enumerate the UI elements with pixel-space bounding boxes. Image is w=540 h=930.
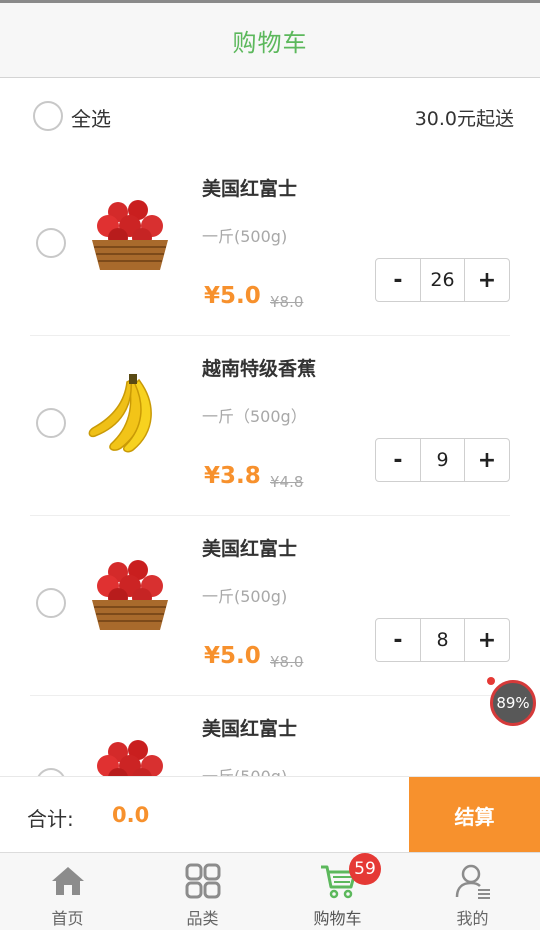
item-price: ¥5.0 [204, 283, 261, 309]
cart-count-badge: 59 [349, 853, 381, 885]
item-name[interactable]: 美国红富士 [202, 714, 297, 741]
item-old-price: ¥4.8 [270, 473, 304, 491]
item-price: ¥3.8 [204, 463, 261, 489]
item-select-radio[interactable] [36, 408, 66, 438]
tab-cart[interactable]: 购物车 59 [270, 853, 405, 930]
quantity-stepper: - 26 + [375, 258, 510, 302]
bottom-tab-bar: 首页 品类 购物车 59 我的 [0, 852, 540, 930]
user-icon [454, 863, 492, 903]
page-title: 购物车 [232, 28, 308, 57]
banana-icon [72, 360, 188, 470]
item-spec: 一斤(500g) [202, 587, 288, 606]
increase-button[interactable]: + [465, 259, 509, 301]
item-spec: 一斤(500g) [202, 227, 288, 246]
tab-label: 我的 [456, 909, 489, 928]
cart-item: 美国红富士 一斤(500g) [0, 696, 540, 776]
quantity-value: 9 [420, 439, 465, 481]
tab-category[interactable]: 品类 [135, 853, 270, 930]
home-icon [50, 863, 86, 903]
item-select-radio[interactable] [36, 588, 66, 618]
apple-basket-icon [72, 540, 188, 650]
total-bar: 合计: 0.0 结算 [0, 776, 540, 853]
select-all-row: 全选 30.0元起送 [0, 78, 540, 156]
tab-home[interactable]: 首页 [0, 853, 135, 930]
item-spec: 一斤(500g) [202, 763, 287, 776]
cart-item: 美国红富士 一斤(500g) ¥5.0 ¥8.0 - 8 + [0, 516, 540, 696]
min-order-text: 30.0元起送 [414, 108, 514, 130]
total-label: 合计: [27, 807, 74, 831]
quantity-value: 26 [420, 259, 465, 301]
cart-item: 越南特级香蕉 一斤（500g） ¥3.8 ¥4.8 - 9 + [0, 336, 540, 516]
select-all-radio[interactable] [33, 101, 63, 131]
total-value: 0.0 [112, 803, 150, 827]
item-select-radio[interactable] [36, 228, 66, 258]
item-name[interactable]: 美国红富士 [202, 534, 297, 561]
item-name[interactable]: 越南特级香蕉 [202, 354, 316, 381]
item-name[interactable]: 美国红富士 [202, 174, 297, 201]
quantity-value: 8 [420, 619, 465, 661]
increase-button[interactable]: + [465, 439, 509, 481]
cart-list[interactable]: 美国红富士 一斤(500g) ¥5.0 ¥8.0 - 26 + 越南特级香蕉 一… [0, 156, 540, 776]
item-spec: 一斤（500g） [202, 407, 307, 426]
progress-dot [487, 677, 495, 685]
decrease-button[interactable]: - [376, 619, 420, 661]
progress-indicator[interactable]: 89% [490, 680, 536, 726]
tab-profile[interactable]: 我的 [405, 853, 540, 930]
quantity-stepper: - 8 + [375, 618, 510, 662]
apple-basket-icon [72, 180, 188, 290]
item-price: ¥5.0 [204, 643, 261, 669]
quantity-stepper: - 9 + [375, 438, 510, 482]
tab-label: 购物车 [313, 909, 362, 928]
cart-item: 美国红富士 一斤(500g) ¥5.0 ¥8.0 - 26 + [0, 156, 540, 336]
increase-button[interactable]: + [465, 619, 509, 661]
tab-label: 首页 [51, 909, 84, 928]
apple-basket-icon [72, 720, 188, 776]
select-all-label[interactable]: 全选 [71, 103, 111, 132]
item-old-price: ¥8.0 [270, 293, 304, 311]
decrease-button[interactable]: - [376, 439, 420, 481]
grid-icon [185, 863, 221, 903]
item-select-radio[interactable] [36, 768, 66, 776]
item-old-price: ¥8.0 [270, 653, 304, 671]
tab-label: 品类 [186, 909, 219, 928]
header: 购物车 [0, 3, 540, 78]
checkout-button[interactable]: 结算 [409, 777, 540, 853]
decrease-button[interactable]: - [376, 259, 420, 301]
